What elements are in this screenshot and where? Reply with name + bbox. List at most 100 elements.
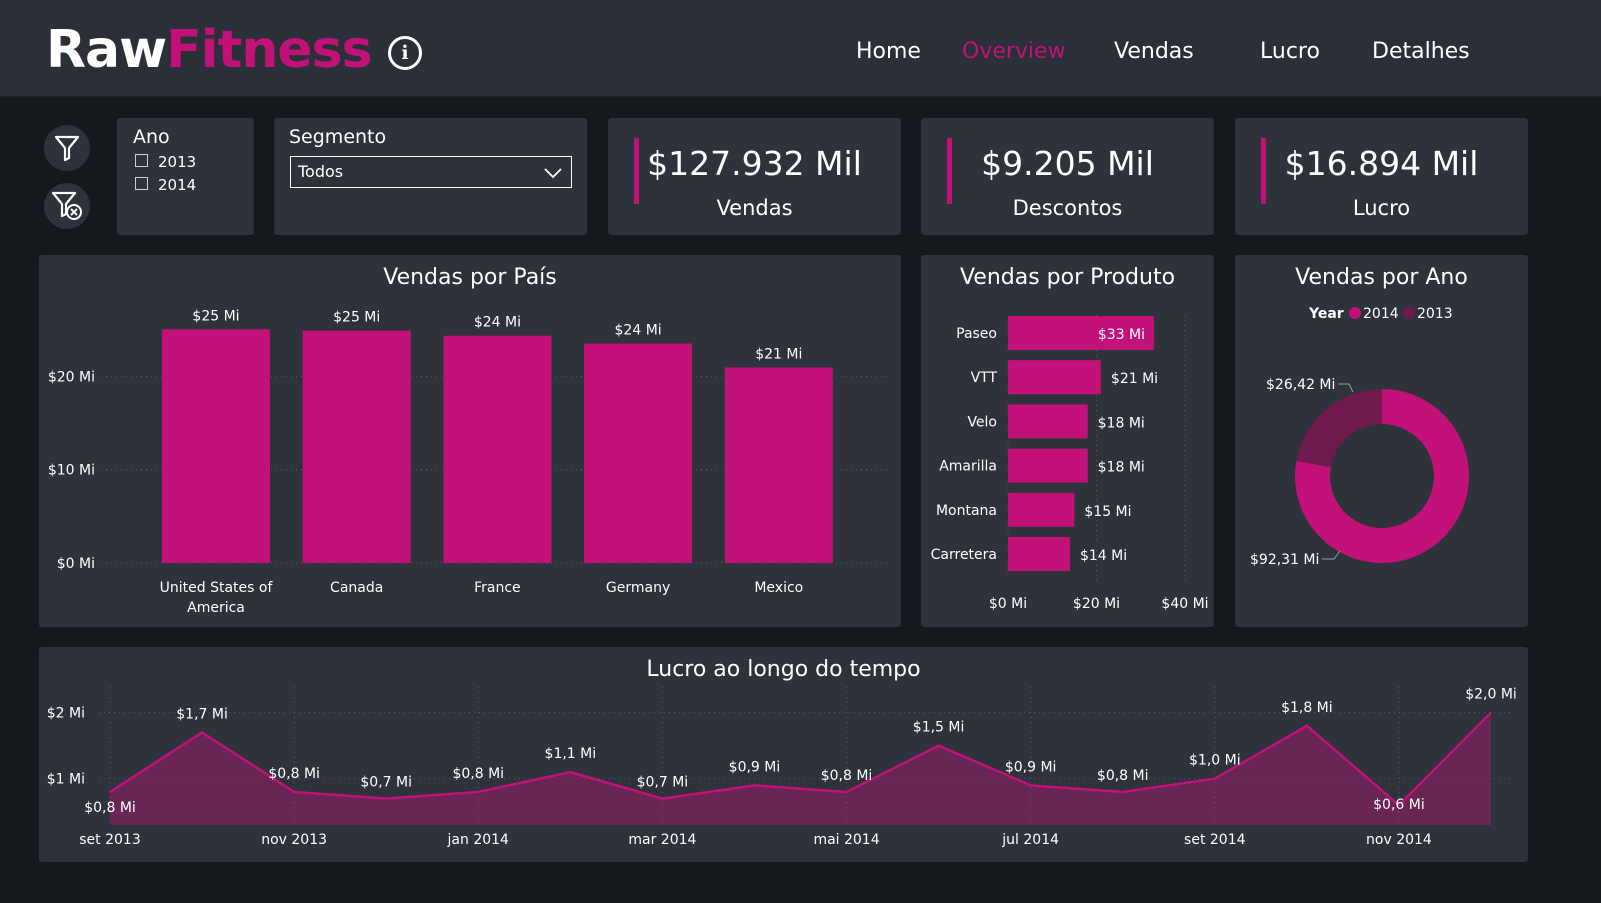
segmento-slicer: Segmento Todos [274,118,587,235]
label-leader [1338,383,1354,393]
data-label: $25 Mi [333,310,380,326]
y-tick-label: Velo [967,414,997,430]
nav-lucro[interactable]: Lucro [1260,34,1320,70]
data-label: $15 Mi [1084,504,1131,520]
data-label: $18 Mi [1098,415,1145,431]
data-label: $2,0 Mi [1465,687,1517,703]
data-label: $0,6 Mi [1373,797,1425,813]
ano-option-label: 2013 [158,153,197,171]
x-tick-label: Canada [330,580,383,596]
x-tick-label: Mexico [754,580,803,596]
data-label: $0,8 Mi [452,766,504,782]
data-label: $0,9 Mi [1005,759,1057,775]
y-tick-label: Montana [936,503,997,519]
data-label: $1,7 Mi [176,706,228,722]
nav-vendas[interactable]: Vendas [1114,34,1194,70]
checkbox-2013[interactable] [135,154,148,167]
data-label: $0,7 Mi [637,775,689,791]
data-label: $0,8 Mi [821,768,873,784]
kpi-vendas-label: Vendas [716,196,793,220]
x-tick-label: set 2014 [1184,832,1246,848]
vendas-por-pais-chart: $0 Mi $10 Mi $20 Mi $25 Mi United States of A… [48,308,887,616]
ano-option-label: 2014 [158,176,197,194]
bar [724,367,833,563]
nav-home[interactable]: Home [856,34,921,70]
y-tick-label: $20 Mi [48,369,95,385]
y-tick-label: VTT [971,370,998,386]
x-tick-label: United States of [160,580,274,596]
bar [1008,360,1101,395]
data-label: $0,8 Mi [84,800,136,816]
y-tick-label: Paseo [956,326,997,342]
legend-marker [1349,307,1361,319]
x-tick-label: $20 Mi [1073,596,1120,612]
data-label: $26,42 Mi [1266,377,1335,393]
x-tick-label: Germany [606,580,670,596]
legend-marker [1403,307,1415,319]
segmento-dropdown[interactable]: Todos [290,156,572,188]
x-tick-label: mai 2014 [813,832,879,848]
vendas-por-produto-chart-card: Vendas por Produto $0 Mi $20 Mi $40 Mi Pase… [921,255,1214,627]
logo-raw: Raw [46,20,167,80]
top-header: RawFitness i Home Overview Vendas Lucro … [0,0,1601,97]
kpi-lucro-value: $16.894 Mil [1284,144,1479,183]
data-label: $25 Mi [192,308,239,324]
data-label: $0,9 Mi [729,759,781,775]
bar [1008,448,1088,483]
bar [443,335,552,563]
filter-button[interactable] [44,125,90,171]
data-label: $0,7 Mi [360,775,412,791]
kpi-lucro-label: Lucro [1352,196,1411,220]
bar [302,330,411,563]
y-tick-label: $2 Mi [47,706,85,722]
x-tick-label: $0 Mi [989,596,1027,612]
clear-filter-button[interactable] [44,183,90,229]
vendas-por-produto-chart: $0 Mi $20 Mi $40 Mi Paseo $33 Mi VTT $21 Mi Vel… [931,315,1209,612]
kpi-vendas-card: $127.932 Mil Vendas [608,118,901,235]
x-tick-label: nov 2014 [1366,832,1432,848]
data-label: $24 Mi [615,323,662,339]
vendas-por-ano-chart-card: Vendas por Ano Year 2014 2013 $26,42 Mi $92,… [1235,255,1528,627]
y-tick-label: $0 Mi [57,556,95,572]
nav-overview[interactable]: Overview [962,34,1066,70]
donut-slice [1296,389,1382,468]
segmento-slicer-title: Segmento [289,126,387,148]
legend-label: 2013 [1417,306,1453,322]
kpi-descontos-card: $9.205 Mil Descontos [921,118,1214,235]
lucro-ao-longo-do-tempo-chart: $1 Mi $2 Mi set 2013 nov 2013 jan 2014 mar 20… [47,687,1517,848]
clear-filter-icon [51,191,82,220]
y-tick-label: $1 Mi [47,772,85,788]
bar [1008,404,1088,439]
data-label: $18 Mi [1098,460,1145,476]
bar [1008,492,1075,527]
filter-icon [54,135,80,162]
label-leader [1322,550,1341,560]
ano-option-2014[interactable]: 2014 [135,176,196,194]
kpi-descontos-value: $9.205 Mil [981,144,1154,183]
x-tick-label: America [187,600,245,616]
data-label: $1,8 Mi [1281,700,1333,716]
legend-title: Year [1308,306,1344,322]
ano-slicer-title: Ano [133,126,170,148]
data-label: $92,31 Mi [1250,552,1319,568]
nav-detalhes[interactable]: Detalhes [1372,34,1470,70]
y-tick-label: $10 Mi [48,463,95,479]
lucro-ao-longo-do-tempo-chart-card: Lucro ao longo do tempo $1 Mi $2 Mi set 20… [39,647,1528,862]
kpi-lucro-card: $16.894 Mil Lucro [1235,118,1528,235]
info-icon[interactable]: i [388,36,422,70]
x-tick-label: set 2013 [79,832,140,848]
chevron-down-icon [544,168,562,179]
legend-label: 2014 [1363,306,1399,322]
checkbox-2014[interactable] [135,177,148,190]
x-tick-label: jan 2014 [447,832,510,848]
data-label: $0,8 Mi [1097,768,1149,784]
data-label: $0,8 Mi [268,766,320,782]
kpi-vendas-value: $127.932 Mil [647,144,862,183]
segmento-selected-value: Todos [298,162,344,181]
ano-option-2013[interactable]: 2013 [135,153,196,171]
logo-fitness: Fitness [166,20,372,80]
data-label: $21 Mi [1111,371,1158,387]
bar [1008,537,1070,571]
bar [584,343,693,563]
data-label: $1,1 Mi [545,746,597,762]
